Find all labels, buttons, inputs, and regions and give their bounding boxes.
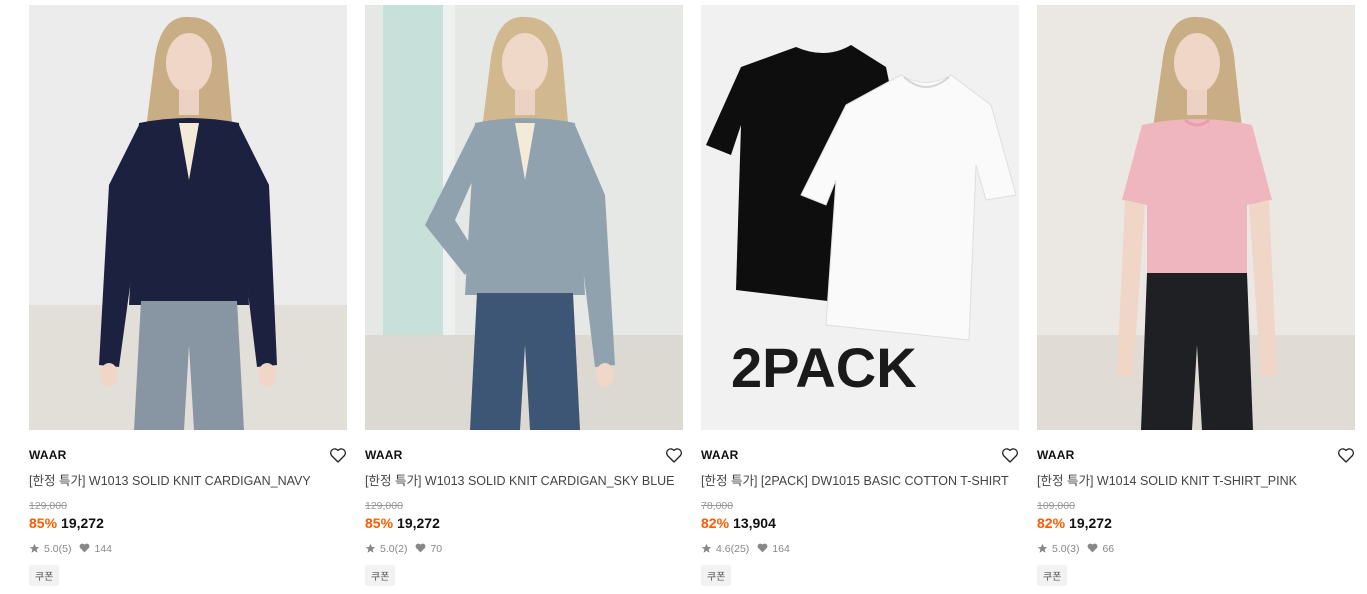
rating-value: 4.6 xyxy=(716,543,731,555)
review-count: (2) xyxy=(394,543,408,555)
original-price: 109,000 xyxy=(1037,500,1075,512)
price-row: 82% 19,272 xyxy=(1037,515,1355,531)
product-card[interactable]: 2PACK WAAR [한정 특가] [2PACK] DW1015 BASIC … xyxy=(701,5,1019,586)
coupon-badge: 쿠폰 xyxy=(29,565,60,586)
wishlist-heart-icon[interactable] xyxy=(1337,446,1355,464)
wishlist-heart-icon[interactable] xyxy=(1001,446,1019,464)
like-count: 144 xyxy=(94,543,112,555)
product-image[interactable]: 2PACK xyxy=(701,5,1019,430)
brand-name[interactable]: WAAR xyxy=(365,448,402,462)
product-card[interactable]: WAAR [한정 특가] W1014 SOLID KNIT T-SHIRT_PI… xyxy=(1037,5,1355,586)
coupon-badge: 쿠폰 xyxy=(1037,565,1068,586)
original-price: 129,000 xyxy=(29,500,67,512)
product-meta: 5.0 (2) 70 xyxy=(365,543,683,555)
sale-price: 13,904 xyxy=(733,515,776,531)
coupon-badge: 쿠폰 xyxy=(701,565,732,586)
brand-name[interactable]: WAAR xyxy=(1037,448,1074,462)
like-count: 66 xyxy=(1102,543,1115,555)
discount-rate: 82% xyxy=(1037,515,1066,531)
sale-price: 19,272 xyxy=(1069,515,1112,531)
price-row: 82% 13,904 xyxy=(701,515,1019,531)
star-icon xyxy=(29,543,41,555)
pack-label: 2PACK xyxy=(731,336,917,399)
product-image[interactable] xyxy=(29,5,347,430)
product-name[interactable]: [한정 특가] [2PACK] DW1015 BASIC COTTON T-SH… xyxy=(701,470,1019,489)
like-count: 164 xyxy=(772,543,790,555)
sale-price: 19,272 xyxy=(61,515,104,531)
review-count: (5) xyxy=(58,543,72,555)
wishlist-heart-icon[interactable] xyxy=(329,446,347,464)
review-count: (3) xyxy=(1066,543,1080,555)
price-row: 85% 19,272 xyxy=(29,515,347,531)
review-count: (25) xyxy=(730,543,750,555)
product-name[interactable]: [한정 특가] W1013 SOLID KNIT CARDIGAN_NAVY xyxy=(29,470,347,489)
star-icon xyxy=(1037,543,1049,555)
heart-filled-icon xyxy=(79,543,91,555)
product-name[interactable]: [한정 특가] W1013 SOLID KNIT CARDIGAN_SKY BL… xyxy=(365,470,683,489)
rating-value: 5.0 xyxy=(380,543,395,555)
heart-filled-icon xyxy=(415,543,427,555)
product-grid: WAAR [한정 특가] W1013 SOLID KNIT CARDIGAN_N… xyxy=(29,5,1355,594)
original-price: 129,000 xyxy=(365,500,403,512)
wishlist-heart-icon[interactable] xyxy=(665,446,683,464)
discount-rate: 85% xyxy=(365,515,394,531)
rating-value: 5.0 xyxy=(1052,543,1067,555)
product-meta: 5.0 (5) 144 xyxy=(29,543,347,555)
product-image[interactable] xyxy=(365,5,683,430)
rating-value: 5.0 xyxy=(44,543,59,555)
sale-price: 19,272 xyxy=(397,515,440,531)
brand-name[interactable]: WAAR xyxy=(701,448,738,462)
product-name[interactable]: [한정 특가] W1014 SOLID KNIT T-SHIRT_PINK xyxy=(1037,470,1355,489)
heart-filled-icon xyxy=(757,543,769,555)
original-price: 78,000 xyxy=(701,500,734,512)
discount-rate: 82% xyxy=(701,515,730,531)
discount-rate: 85% xyxy=(29,515,58,531)
product-meta: 5.0 (3) 66 xyxy=(1037,543,1355,555)
brand-name[interactable]: WAAR xyxy=(29,448,66,462)
price-row: 85% 19,272 xyxy=(365,515,683,531)
star-icon xyxy=(365,543,377,555)
product-meta: 4.6 (25) 164 xyxy=(701,543,1019,555)
product-image[interactable] xyxy=(1037,5,1355,430)
product-card[interactable]: WAAR [한정 특가] W1013 SOLID KNIT CARDIGAN_S… xyxy=(365,5,683,586)
product-card[interactable]: WAAR [한정 특가] W1013 SOLID KNIT CARDIGAN_N… xyxy=(29,5,347,586)
star-icon xyxy=(701,543,713,555)
coupon-badge: 쿠폰 xyxy=(365,565,396,586)
like-count: 70 xyxy=(430,543,443,555)
heart-filled-icon xyxy=(1087,543,1099,555)
